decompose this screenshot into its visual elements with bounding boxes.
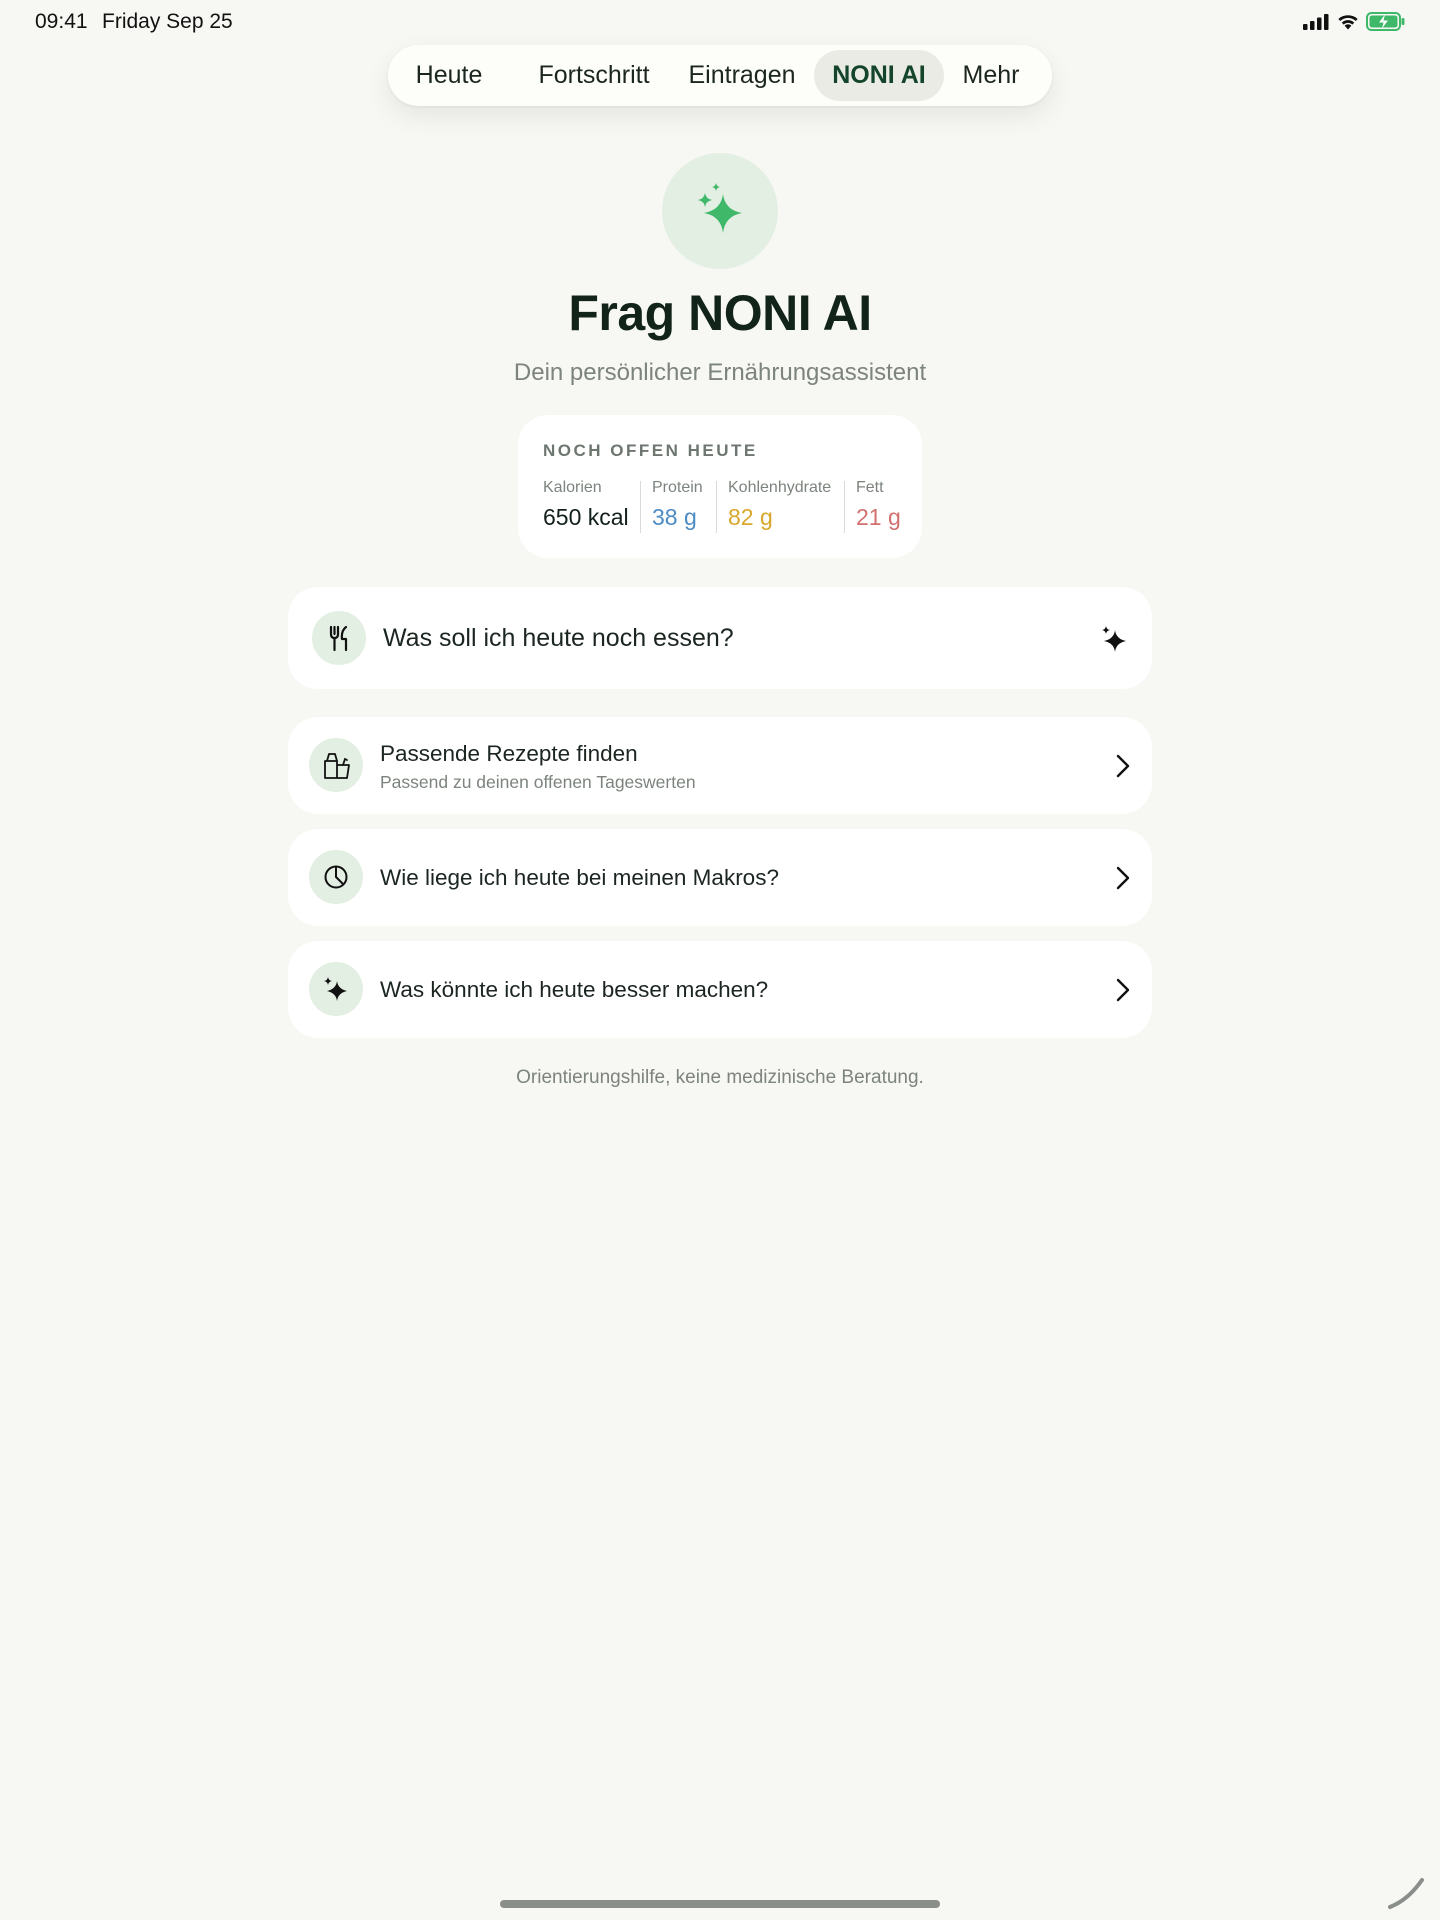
macro-label: Kohlenhydrate	[728, 479, 832, 496]
card-label: Was könnte ich heute besser machen?	[380, 977, 769, 1002]
macro-label: Fett	[856, 479, 884, 496]
sparkles-icon	[1100, 624, 1128, 659]
macro-label: Protein	[652, 479, 703, 496]
tab-eintragen[interactable]: Eintragen	[680, 50, 804, 101]
chevron-right-icon	[1115, 865, 1131, 896]
icon-circle	[309, 738, 363, 792]
page-title: Frag NONI AI	[568, 285, 872, 341]
wifi-icon	[1337, 13, 1359, 30]
home-indicator[interactable]	[500, 1900, 940, 1908]
macro-kohlenhydrate: Kohlenhydrate 82 g	[728, 479, 831, 531]
icon-circle	[309, 850, 363, 904]
disclaimer: Orientierungshilfe, keine medizinische B…	[516, 1067, 924, 1088]
macro-value: 650 kcal	[543, 504, 629, 530]
icon-circle	[312, 611, 366, 665]
macro-value: 82 g	[728, 504, 773, 530]
macro-kalorien: Kalorien 650 kcal	[543, 479, 629, 531]
divider	[640, 481, 641, 533]
card-label: Wie liege ich heute bei meinen Makros?	[380, 865, 779, 890]
top-navigation: Heute Fortschritt Eintragen NONI AI Mehr	[388, 45, 1052, 106]
card-makros[interactable]: Wie liege ich heute bei meinen Makros?	[288, 829, 1152, 926]
chevron-right-icon	[1115, 977, 1131, 1008]
remaining-heading: NOCH OFFEN HEUTE	[543, 441, 758, 460]
tab-fortschritt[interactable]: Fortschritt	[518, 50, 670, 101]
signal-icon	[1303, 13, 1330, 30]
tab-mehr[interactable]: Mehr	[954, 50, 1028, 101]
card-sublabel: Passend zu deinen offenen Tageswerten	[380, 772, 696, 792]
card-besser-machen[interactable]: Was könnte ich heute besser machen?	[288, 941, 1152, 1038]
prompt-card-was-essen[interactable]: Was soll ich heute noch essen?	[288, 587, 1152, 689]
divider	[716, 481, 717, 533]
tab-heute[interactable]: Heute	[410, 50, 488, 101]
macro-value: 21 g	[856, 504, 901, 530]
status-bar: 09:41 Friday Sep 25	[0, 0, 1440, 44]
card-passende-rezepte[interactable]: Passende Rezepte finden Passend zu deine…	[288, 717, 1152, 814]
macro-value: 38 g	[652, 504, 697, 530]
hero-badge	[662, 153, 778, 269]
icon-circle	[309, 962, 363, 1016]
macro-protein: Protein 38 g	[652, 479, 703, 531]
macro-label: Kalorien	[543, 479, 602, 496]
tab-noni-ai[interactable]: NONI AI	[814, 50, 944, 101]
status-date: Friday Sep 25	[102, 10, 233, 33]
status-time: 09:41	[35, 10, 88, 33]
macro-fett: Fett 21 g	[856, 479, 901, 531]
status-icons	[1303, 12, 1406, 31]
page-subtitle: Dein persönlicher Ernährungsassistent	[513, 359, 927, 386]
chevron-right-icon	[1115, 753, 1131, 784]
battery-charging-icon	[1366, 12, 1406, 31]
divider	[844, 481, 845, 533]
remaining-today-card: NOCH OFFEN HEUTE Kalorien 650 kcal Prote…	[518, 415, 922, 558]
card-label: Passende Rezepte finden	[380, 741, 638, 766]
prompt-label: Was soll ich heute noch essen?	[383, 624, 734, 652]
pencil-stroke-icon	[1386, 1876, 1426, 1915]
